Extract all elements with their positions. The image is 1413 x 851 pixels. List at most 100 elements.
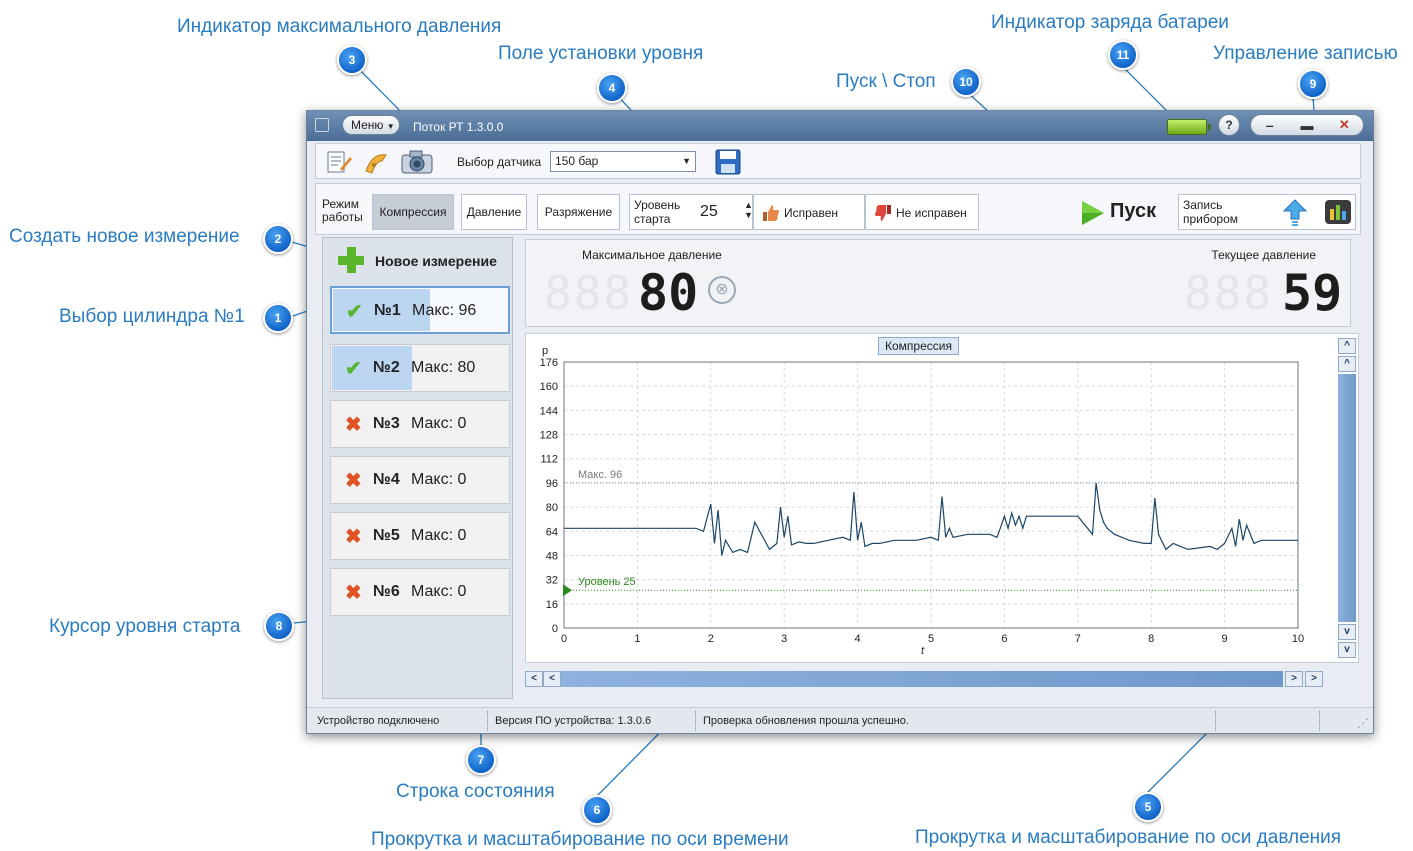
cylinder-number: №1 (374, 302, 401, 319)
cylinder-max: Макс: 80 (411, 359, 476, 376)
mode-vacuum-button[interactable]: Разряжение (537, 194, 620, 230)
save-icon[interactable] (715, 149, 741, 175)
close-button[interactable]: ✕ (1329, 117, 1359, 133)
help-button[interactable]: ? (1218, 114, 1240, 136)
x-tick-label: 8 (1148, 633, 1154, 645)
scroll-left-button[interactable]: < (543, 671, 561, 687)
start-stop-button[interactable]: Пуск (1080, 196, 1164, 228)
app-icon (315, 118, 329, 132)
y-tick-label: 160 (540, 381, 558, 393)
recorder-icon[interactable] (1325, 200, 1351, 224)
status-firmware: Версия ПО устройства: 1.3.0.6 (495, 715, 652, 727)
mode-label: Режим работы (322, 198, 363, 224)
cylinder-item-5[interactable]: ✖ №5 Макс: 0 (330, 512, 510, 560)
annotation-badge-3: 3 (337, 45, 367, 75)
start-level-stepper[interactable]: ▲ ▼ (744, 200, 753, 220)
scroll-right-fast-button[interactable]: > (1305, 671, 1323, 687)
pressure-axis-scrollbar[interactable]: ^ ^ v v (1336, 338, 1358, 658)
clear-max-icon[interactable]: ⊗ (708, 276, 736, 304)
time-scroll-thumb[interactable] (561, 671, 1283, 687)
battery-icon (1167, 119, 1211, 135)
y-tick-label: 48 (546, 550, 558, 562)
scroll-up-button[interactable]: ^ (1338, 356, 1356, 372)
cylinder-item-6[interactable]: ✖ №6 Макс: 0 (330, 568, 510, 616)
window-controls: ‒ ▬ ✕ (1250, 114, 1364, 136)
new-measurement-button[interactable]: Новое измерение (333, 244, 509, 278)
start-level-cursor[interactable] (563, 584, 572, 597)
cylinder-max: Макс: 96 (412, 302, 477, 319)
bad-label: Не исправен (896, 206, 967, 220)
cylinder-panel: Новое измерение ✔ №1 Макс: 96 ✔ №2 Макс:… (322, 237, 513, 699)
bad-button[interactable]: Не исправен (865, 194, 979, 230)
sensor-select[interactable]: 150 бар ▼ (550, 151, 696, 172)
annotation-badge-5: 5 (1133, 792, 1163, 822)
cylinder-item-4[interactable]: ✖ №4 Макс: 0 (330, 456, 510, 504)
cylinder-number: №2 (373, 359, 400, 376)
app-window: Меню ▼ Поток РТ 1.3.0.0 ? ‒ ▬ ✕ Выбор да… (306, 110, 1374, 734)
x-tick-label: 9 (1222, 633, 1228, 645)
mode-pressure-button[interactable]: Давление (461, 194, 527, 230)
start-level-line-label: Уровень 25 (578, 576, 636, 588)
mode-compression-button[interactable]: Компрессия (372, 194, 454, 230)
menu-button[interactable]: Меню ▼ (342, 115, 400, 135)
start-level-label: Уровень старта (634, 198, 680, 226)
x-tick-label: 7 (1075, 633, 1081, 645)
start-level-field: Уровень старта 25 ▲ ▼ (629, 194, 753, 230)
x-tick-label: 10 (1292, 633, 1304, 645)
sensor-value: 150 бар (555, 154, 599, 168)
annotation-label-1: Выбор цилиндра №1 (59, 306, 245, 327)
cylinder-item-2[interactable]: ✔ №2 Макс: 80 (330, 344, 510, 392)
menu-label: Меню (351, 118, 384, 132)
cylinder-number: №3 (373, 415, 400, 432)
check-icon: ✔ (345, 358, 362, 380)
annotation-label-11: Индикатор заряда батареи (991, 12, 1229, 33)
scroll-down-fast-button[interactable]: v (1338, 642, 1356, 658)
thumbs-down-icon (875, 205, 891, 221)
annotation-badge-2: 2 (263, 224, 293, 254)
sensor-label: Выбор датчика (457, 155, 542, 169)
cylinder-number: №6 (373, 583, 400, 600)
current-pressure-value: 59 (1282, 264, 1343, 322)
x-tick-label: 2 (708, 633, 714, 645)
chart-print-icon[interactable] (362, 149, 390, 175)
start-label: Пуск (1110, 200, 1157, 222)
minimize-button[interactable]: ‒ (1255, 118, 1285, 133)
annotation-badge-4: 4 (597, 73, 627, 103)
chart-svg[interactable]: 0 16 32 48 64 80 96 112 128 144 160 176 0 1 2 3 4 5 6 7 8 9 10… (526, 334, 1326, 660)
status-separator (487, 711, 488, 731)
start-level-input[interactable]: 25 (688, 200, 740, 224)
report-icon[interactable] (324, 149, 352, 175)
scroll-up-fast-button[interactable]: ^ (1338, 338, 1356, 354)
scroll-left-fast-button[interactable]: < (525, 671, 543, 687)
plus-icon (338, 247, 364, 273)
maximize-button[interactable]: ▬ (1292, 118, 1322, 133)
x-tick-label: 5 (928, 633, 934, 645)
scroll-down-button[interactable]: v (1338, 624, 1356, 640)
good-label: Исправен (784, 206, 839, 220)
scroll-right-button[interactable]: > (1285, 671, 1303, 687)
device-record-panel: Запись прибором (1178, 194, 1356, 230)
resize-grip-icon[interactable]: ⋰ (1357, 716, 1369, 730)
pressure-scroll-thumb[interactable] (1338, 374, 1356, 622)
y-tick-label: 64 (546, 526, 558, 538)
cylinder-item-1[interactable]: ✔ №1 Макс: 96 (330, 286, 510, 334)
upload-icon[interactable] (1283, 199, 1307, 227)
cylinder-max: Макс: 0 (411, 527, 467, 544)
status-separator (695, 711, 696, 731)
pressure-chart: Компрессия 0 16 32 48 64 80 96 112 128 144 160 176 0… (525, 333, 1359, 663)
current-pressure-ghost-digits: 888 (1184, 266, 1274, 320)
time-axis-scrollbar[interactable]: < < > > (525, 669, 1331, 689)
x-tick-label: 3 (781, 633, 787, 645)
x-axis-label: t (921, 645, 925, 657)
annotation-badge-11: 11 (1108, 40, 1138, 70)
cross-icon: ✖ (345, 414, 362, 436)
camera-icon[interactable] (400, 149, 434, 175)
status-separator (1319, 711, 1320, 731)
good-button[interactable]: Исправен (753, 194, 865, 230)
thumbs-up-icon (763, 205, 779, 221)
y-tick-label: 16 (546, 599, 558, 611)
annotation-label-9: Управление записью (1213, 43, 1398, 64)
x-tick-label: 6 (1001, 633, 1007, 645)
cylinder-item-3[interactable]: ✖ №3 Макс: 0 (330, 400, 510, 448)
annotation-label-8: Курсор уровня старта (49, 616, 241, 637)
